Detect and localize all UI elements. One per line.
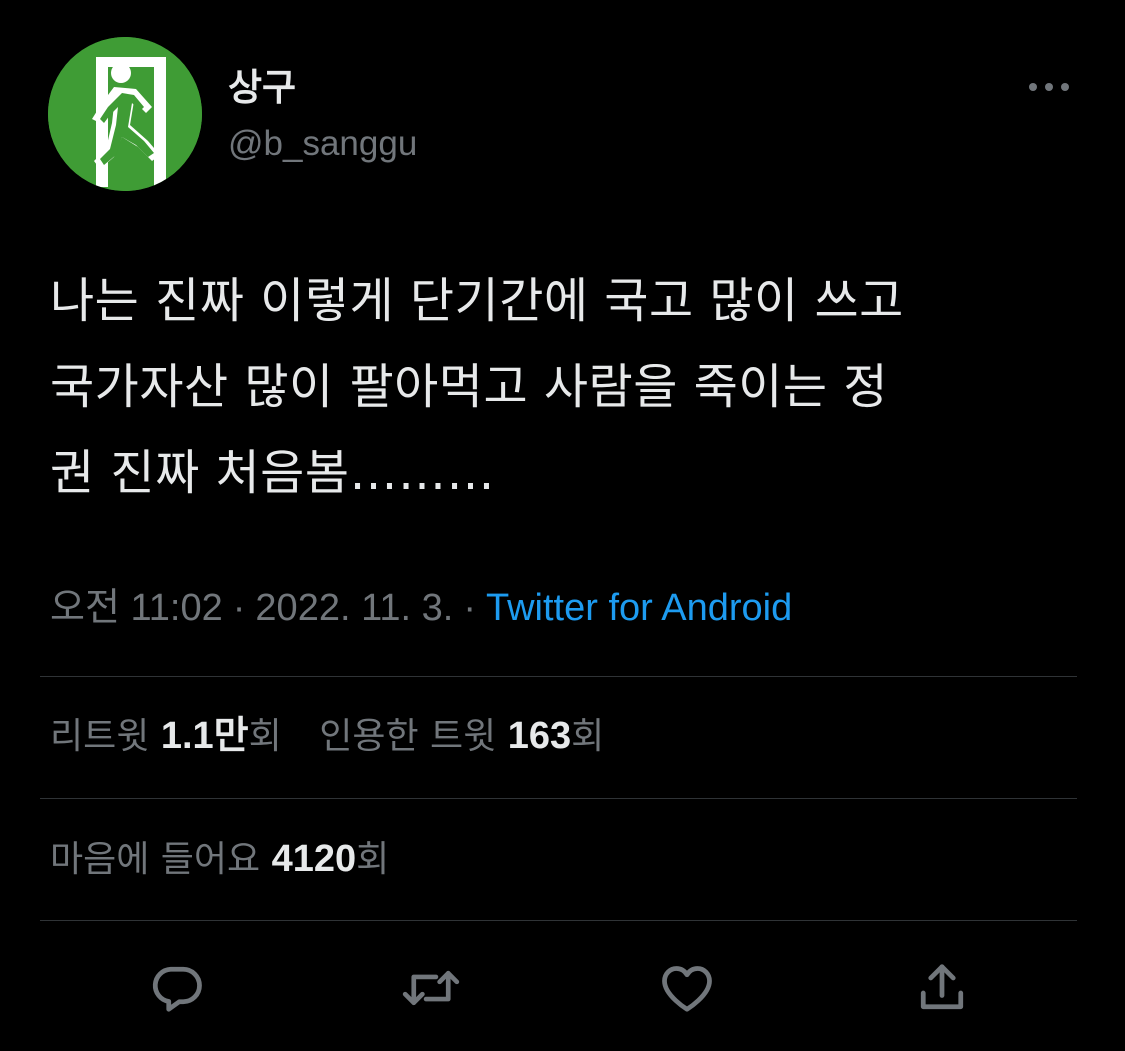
likes-stats-row: 마음에 들어요 4120회 <box>50 831 389 888</box>
tweet-meta: 오전 11:02 · 2022. 11. 3. · Twitter for Androi… <box>50 580 792 636</box>
quotes-count: 163 <box>507 715 572 757</box>
quotes-suffix: 회 <box>571 716 605 757</box>
meta-separator: · <box>232 587 246 629</box>
avatar[interactable] <box>48 37 202 191</box>
tweet-text-line: 나는 진짜 이렇게 단기간에 국고 많이 쓰고 <box>50 273 904 329</box>
quotes-label: 인용한 트윗 <box>319 716 497 757</box>
tweet-text-line: 권 진짜 처음봄……… <box>50 445 495 501</box>
retweet-icon <box>402 970 460 1006</box>
emergency-exit-icon <box>48 37 202 191</box>
author-display-name[interactable]: 상구 <box>228 64 296 112</box>
divider <box>40 920 1077 921</box>
action-bar <box>0 948 1125 1028</box>
tweet-text: 나는 진짜 이렇게 단기간에 국고 많이 쓰고 국가자산 많이 팔아먹고 사람을… <box>50 258 1085 516</box>
likes-suffix: 회 <box>356 839 390 880</box>
more-horizontal-icon <box>1029 83 1069 91</box>
likes-label: 마음에 들어요 <box>50 839 261 880</box>
share-button[interactable] <box>910 956 974 1020</box>
reply-button[interactable] <box>145 956 209 1020</box>
share-icon <box>920 964 964 1010</box>
quotes-stat[interactable]: 인용한 트윗 163회 <box>319 708 604 765</box>
likes-stat[interactable]: 마음에 들어요 4120회 <box>50 831 389 888</box>
divider <box>40 676 1077 677</box>
meta-separator: · <box>463 587 476 629</box>
retweets-count: 1.1만 <box>160 715 249 757</box>
likes-count: 4120 <box>271 838 357 880</box>
tweet-source-link[interactable]: Twitter for Android <box>486 587 792 629</box>
tweet-text-line: 국가자산 많이 팔아먹고 사람을 죽이는 정 <box>50 359 889 415</box>
engagement-stats-row: 리트윗 1.1만회 인용한 트윗 163회 <box>50 708 604 765</box>
like-button[interactable] <box>655 956 719 1020</box>
retweet-button[interactable] <box>399 956 463 1020</box>
heart-icon <box>662 966 712 1012</box>
divider <box>40 798 1077 799</box>
tweet-time[interactable]: 오전 11:02 <box>50 587 223 629</box>
tweet-detail: 상구 @b_sanggu 나는 진짜 이렇게 단기간에 국고 많이 쓰고 국가자… <box>0 0 1125 1051</box>
reply-icon <box>152 966 202 1012</box>
retweets-stat[interactable]: 리트윗 1.1만회 <box>50 708 282 765</box>
author-handle[interactable]: @b_sanggu <box>228 121 417 167</box>
tweet-date[interactable]: 2022. 11. 3. <box>255 587 453 629</box>
retweets-suffix: 회 <box>248 716 282 757</box>
retweets-label: 리트윗 <box>50 716 150 757</box>
more-options-button[interactable] <box>1020 68 1078 106</box>
